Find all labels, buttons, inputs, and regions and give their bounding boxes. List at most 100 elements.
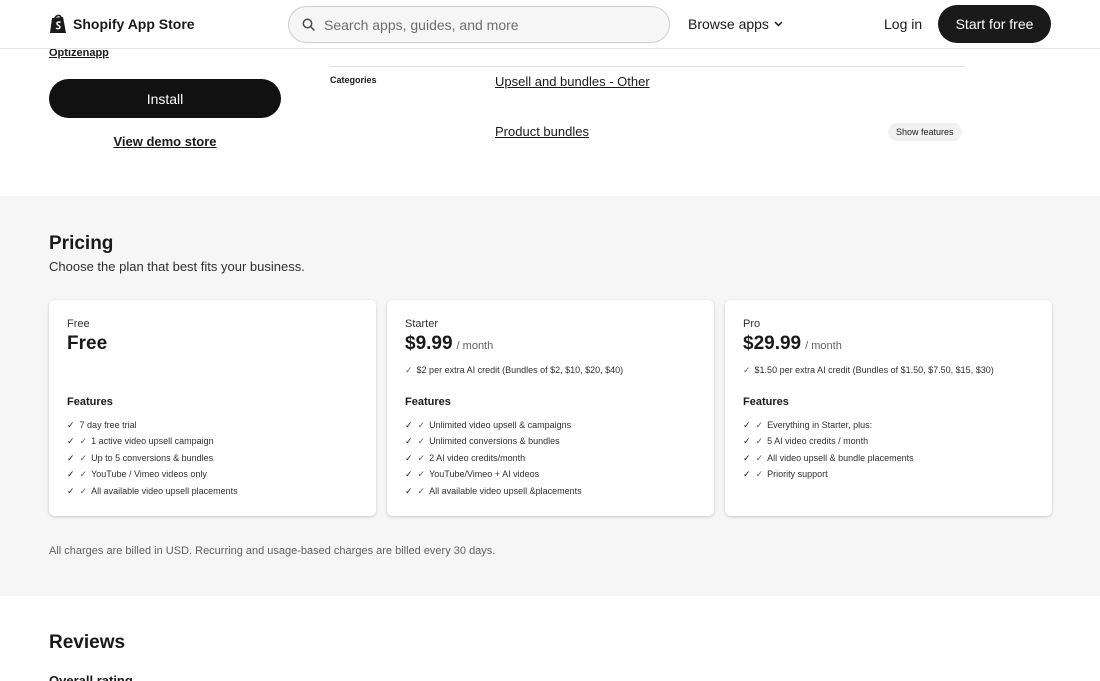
plan-card-free: Free Free Features ✓ 7 day free trial ✓ ✓ 1…: [49, 300, 376, 516]
plan-name: Free: [67, 318, 90, 330]
check-icon: ✓: [417, 420, 426, 430]
check-icon: ✓: [79, 452, 88, 463]
billing-note: All charges are billed in USD. Recurring…: [49, 545, 496, 557]
login-link[interactable]: Log in: [884, 16, 922, 32]
check-icon: ✓: [79, 469, 88, 480]
plan-price-value: $9.99: [405, 333, 453, 354]
feature-text: All available video upsell &placements: [429, 485, 582, 496]
feature-item: ✓ ✓ All available video upsell &placements: [405, 483, 582, 499]
check-icon: ✓: [405, 485, 413, 496]
ai-credit-note: ✓ $2 per extra AI credit (Bundles of $2, …: [405, 365, 623, 376]
check-icon: ✓: [417, 485, 426, 496]
plan-price: $9.99 / month: [405, 333, 493, 355]
plan-price-unit: / month: [456, 340, 494, 352]
check-icon: ✓: [67, 420, 75, 430]
check-icon: ✓: [405, 469, 413, 480]
feature-list: ✓ 7 day free trial ✓ ✓ 1 active video upsel…: [67, 417, 238, 499]
plan-price-unit: / month: [805, 340, 842, 352]
check-icon: ✓: [743, 452, 751, 463]
feature-text: 7 day free trial: [79, 420, 137, 430]
check-icon: ✓: [417, 436, 426, 447]
category-link-upsell-bundles-other[interactable]: Upsell and bundles - Other: [495, 74, 650, 89]
pricing-section: Pricing Choose the plan that best fits y…: [0, 196, 1100, 596]
chevron-down-icon: [774, 21, 783, 27]
reviews-title: Reviews: [49, 632, 126, 653]
pricing-title: Pricing: [49, 233, 114, 254]
plan-name: Starter: [405, 318, 439, 330]
top-navigation: Shopify App Store Browse apps Log in Sta…: [0, 0, 1100, 49]
feature-item: ✓ ✓ Unlimited video upsell & campaigns: [405, 417, 582, 433]
shopify-bag-icon: [50, 14, 66, 33]
brand-name: Shopify App Store: [73, 15, 195, 32]
feature-item: ✓ ✓ Everything in Starter, plus:: [743, 417, 914, 433]
feature-item: ✓ ✓ Up to 5 conversions & bundles: [67, 450, 238, 466]
check-icon: ✓: [743, 420, 751, 430]
pricing-subtitle: Choose the plan that best fits your busi…: [49, 259, 305, 274]
install-button[interactable]: Install: [49, 79, 281, 118]
ai-credit-note: ✓ $1.50 per extra AI credit (Bundles of $…: [743, 365, 994, 376]
start-for-free-button[interactable]: Start for free: [938, 5, 1051, 43]
feature-item: ✓ ✓ All video upsell & bundle placements: [743, 450, 914, 466]
plan-name: Pro: [743, 318, 761, 330]
categories-label: Categories: [330, 75, 377, 85]
divider: [330, 66, 965, 67]
check-icon: ✓: [67, 469, 75, 480]
check-icon: ✓: [67, 436, 75, 447]
check-icon: ✓: [755, 420, 764, 430]
plan-card-pro: Pro $29.99 / month ✓ $1.50 per extra AI c…: [725, 300, 1052, 516]
plan-price: Free: [67, 333, 107, 355]
plan-price-value: $29.99: [743, 333, 802, 354]
feature-item: ✓ ✓ All available video upsell placements: [67, 483, 238, 499]
search-input[interactable]: [324, 16, 644, 33]
check-icon: ✓: [417, 469, 426, 480]
feature-text: Unlimited video upsell & campaigns: [429, 420, 572, 430]
plan-card-starter: Starter $9.99 / month ✓ $2 per extra AI c…: [387, 300, 714, 516]
check-icon: ✓: [67, 452, 75, 463]
overall-rating-label: Overall rating: [49, 673, 133, 681]
feature-item: ✓ ✓ YouTube / Vimeo videos only: [67, 466, 238, 482]
browse-apps-menu[interactable]: Browse apps: [688, 16, 783, 32]
features-title: Features: [405, 396, 451, 408]
feature-text: YouTube / Vimeo videos only: [91, 469, 207, 480]
feature-text: All available video upsell placements: [91, 485, 238, 496]
feature-text: Up to 5 conversions & bundles: [91, 452, 214, 463]
check-icon: ✓: [743, 365, 751, 375]
check-icon: ✓: [67, 485, 75, 496]
feature-text: YouTube/Vimeo + AI videos: [429, 469, 540, 480]
feature-text: 5 AI video credits / month: [767, 436, 869, 447]
check-icon: ✓: [405, 452, 413, 463]
browse-apps-label: Browse apps: [688, 16, 769, 32]
category-link-product-bundles[interactable]: Product bundles: [495, 124, 589, 139]
features-title: Features: [67, 396, 113, 408]
feature-list: ✓ ✓ Unlimited video upsell & campaigns ✓ ✓ U…: [405, 417, 582, 499]
plan-price: $29.99 / month: [743, 333, 842, 355]
feature-item: ✓ ✓ 1 active video upsell campaign: [67, 433, 238, 449]
feature-item: ✓ 7 day free trial: [67, 417, 238, 433]
feature-item: ✓ ✓ Unlimited conversions & bundles: [405, 433, 582, 449]
feature-item: ✓ ✓ 5 AI video credits / month: [743, 433, 914, 449]
check-icon: ✓: [755, 469, 764, 480]
feature-text: 1 active video upsell campaign: [91, 436, 214, 447]
check-icon: ✓: [755, 436, 764, 447]
check-icon: ✓: [743, 469, 751, 480]
view-demo-store-link[interactable]: View demo store: [49, 134, 281, 149]
feature-text: Priority support: [767, 469, 828, 480]
feature-text: 2 AI video credits/month: [429, 452, 526, 463]
check-icon: ✓: [405, 420, 413, 430]
check-icon: ✓: [405, 365, 413, 375]
feature-item: ✓ ✓ YouTube/Vimeo + AI videos: [405, 466, 582, 482]
brand-logo-link[interactable]: Shopify App Store: [49, 13, 195, 34]
feature-text: Unlimited conversions & bundles: [429, 436, 560, 447]
feature-item: ✓ ✓ Priority support: [743, 466, 914, 482]
check-icon: ✓: [755, 452, 764, 463]
check-icon: ✓: [79, 485, 88, 496]
show-features-button[interactable]: Show features: [888, 123, 962, 141]
search-icon: [302, 18, 315, 31]
check-icon: ✓: [743, 436, 751, 447]
ai-credit-text: $1.50 per extra AI credit (Bundles of $1…: [754, 365, 994, 375]
check-icon: ✓: [79, 436, 88, 447]
search-bar[interactable]: [288, 6, 670, 43]
feature-item: ✓ ✓ 2 AI video credits/month: [405, 450, 582, 466]
features-title: Features: [743, 396, 789, 408]
check-icon: ✓: [405, 436, 413, 447]
